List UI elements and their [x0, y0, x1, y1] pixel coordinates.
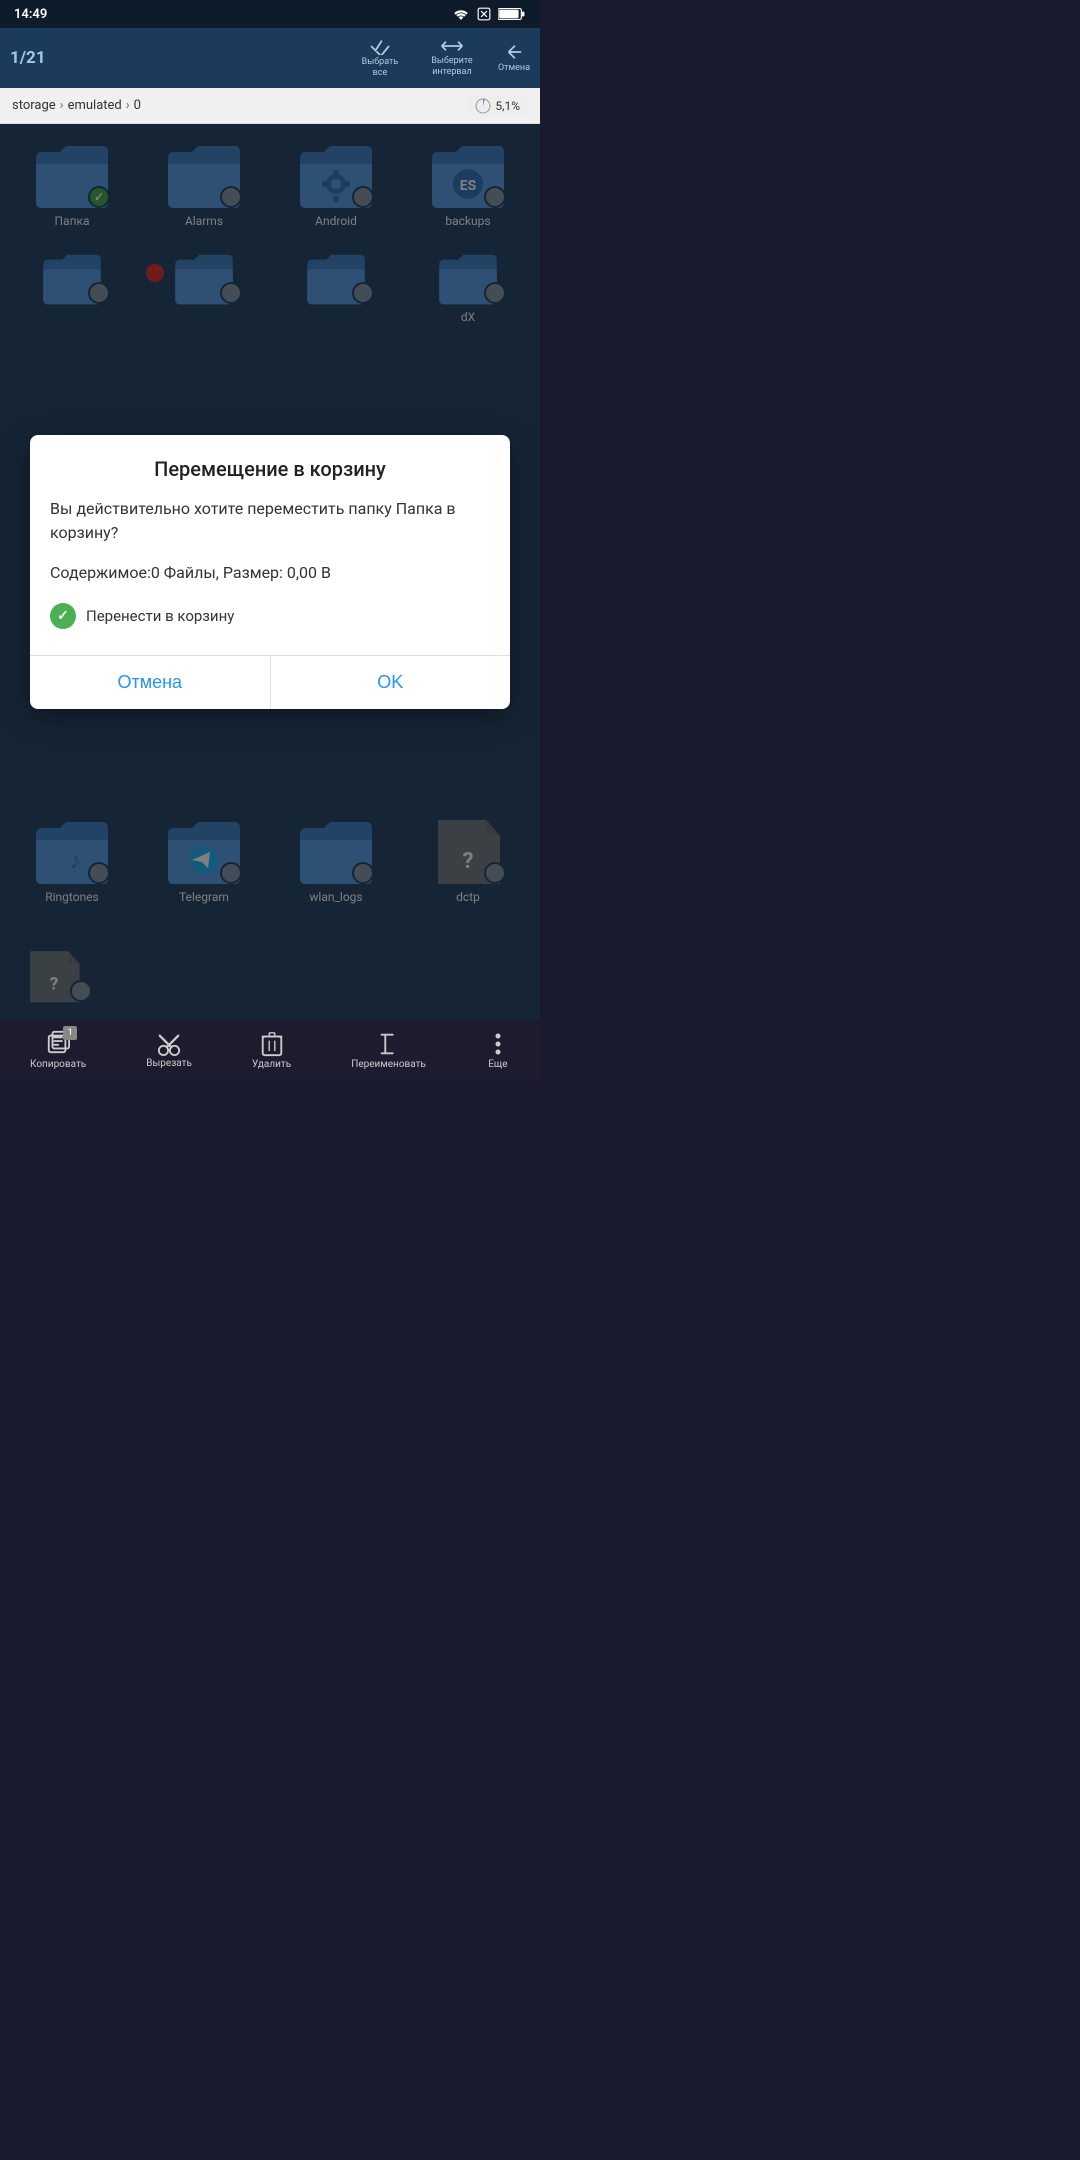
breadcrumb: storage › emulated › 0 5,1%	[0, 88, 540, 124]
copy-button[interactable]: 1 Копировать	[30, 1030, 86, 1070]
breadcrumb-sep-1: ›	[60, 98, 64, 113]
toolbar-count: 1/21	[10, 48, 60, 68]
copy-label: Копировать	[30, 1059, 86, 1070]
status-time: 14:49	[14, 7, 47, 22]
interval-icon	[440, 38, 464, 54]
cut-button[interactable]: Вырезать	[146, 1032, 192, 1069]
wifi-icon	[452, 7, 470, 21]
back-icon	[503, 43, 525, 61]
more-icon	[486, 1031, 510, 1057]
rename-button[interactable]: Переименовать	[351, 1031, 426, 1070]
more-button[interactable]: Еще	[486, 1031, 510, 1070]
breadcrumb-sep-2: ›	[126, 98, 130, 113]
breadcrumb-0[interactable]: 0	[134, 98, 141, 113]
rename-icon	[377, 1031, 401, 1057]
storage-badge: 5,1%	[467, 96, 528, 116]
breadcrumb-storage[interactable]: storage	[12, 98, 56, 113]
cut-label: Вырезать	[146, 1058, 192, 1069]
dialog-info: Содержимое:0 Файлы, Размер: 0,00 В	[50, 561, 490, 585]
close-icon	[476, 7, 492, 21]
cancel-button[interactable]: Отмена	[498, 43, 530, 73]
select-interval-button[interactable]: Выберите интервал	[422, 38, 482, 78]
checkbox-label: Перенести в корзину	[86, 607, 234, 625]
main-content: Папка Alarms	[0, 124, 540, 1020]
check-all-icon	[369, 37, 391, 55]
cut-icon	[156, 1032, 182, 1056]
dialog-buttons: Отмена OK	[30, 656, 510, 709]
dialog: Перемещение в корзину Вы действительно х…	[30, 435, 510, 709]
status-bar: 14:49	[0, 0, 540, 28]
dialog-cancel-button[interactable]: Отмена	[30, 656, 270, 709]
toolbar-actions: Выбрать все Выберите интервал Отмена	[354, 37, 530, 79]
dialog-ok-button[interactable]: OK	[271, 656, 511, 709]
dialog-message: Вы действительно хотите переместить папк…	[50, 497, 490, 545]
dialog-checkbox-row: Перенести в корзину	[50, 603, 490, 629]
copy-count-badge: 1	[63, 1026, 77, 1040]
battery-icon	[498, 7, 526, 21]
pie-icon	[475, 98, 491, 114]
toolbar: 1/21 Выбрать все Выберите интервал Отмен…	[0, 28, 540, 88]
breadcrumb-emulated[interactable]: emulated	[68, 98, 122, 113]
rename-label: Переименовать	[351, 1059, 426, 1070]
checkbox-icon[interactable]	[50, 603, 76, 629]
delete-label: Удалить	[252, 1059, 291, 1070]
select-all-button[interactable]: Выбрать все	[354, 37, 406, 79]
delete-icon	[260, 1031, 284, 1057]
bottom-toolbar: 1 Копировать Вырезать Удалить Переименов…	[0, 1020, 540, 1080]
more-label: Еще	[488, 1059, 507, 1070]
dialog-overlay: Перемещение в корзину Вы действительно х…	[0, 124, 540, 1020]
dialog-title: Перемещение в корзину	[30, 435, 510, 497]
delete-button[interactable]: Удалить	[252, 1031, 291, 1070]
status-icons	[452, 7, 526, 21]
dialog-body: Вы действительно хотите переместить папк…	[30, 497, 510, 655]
